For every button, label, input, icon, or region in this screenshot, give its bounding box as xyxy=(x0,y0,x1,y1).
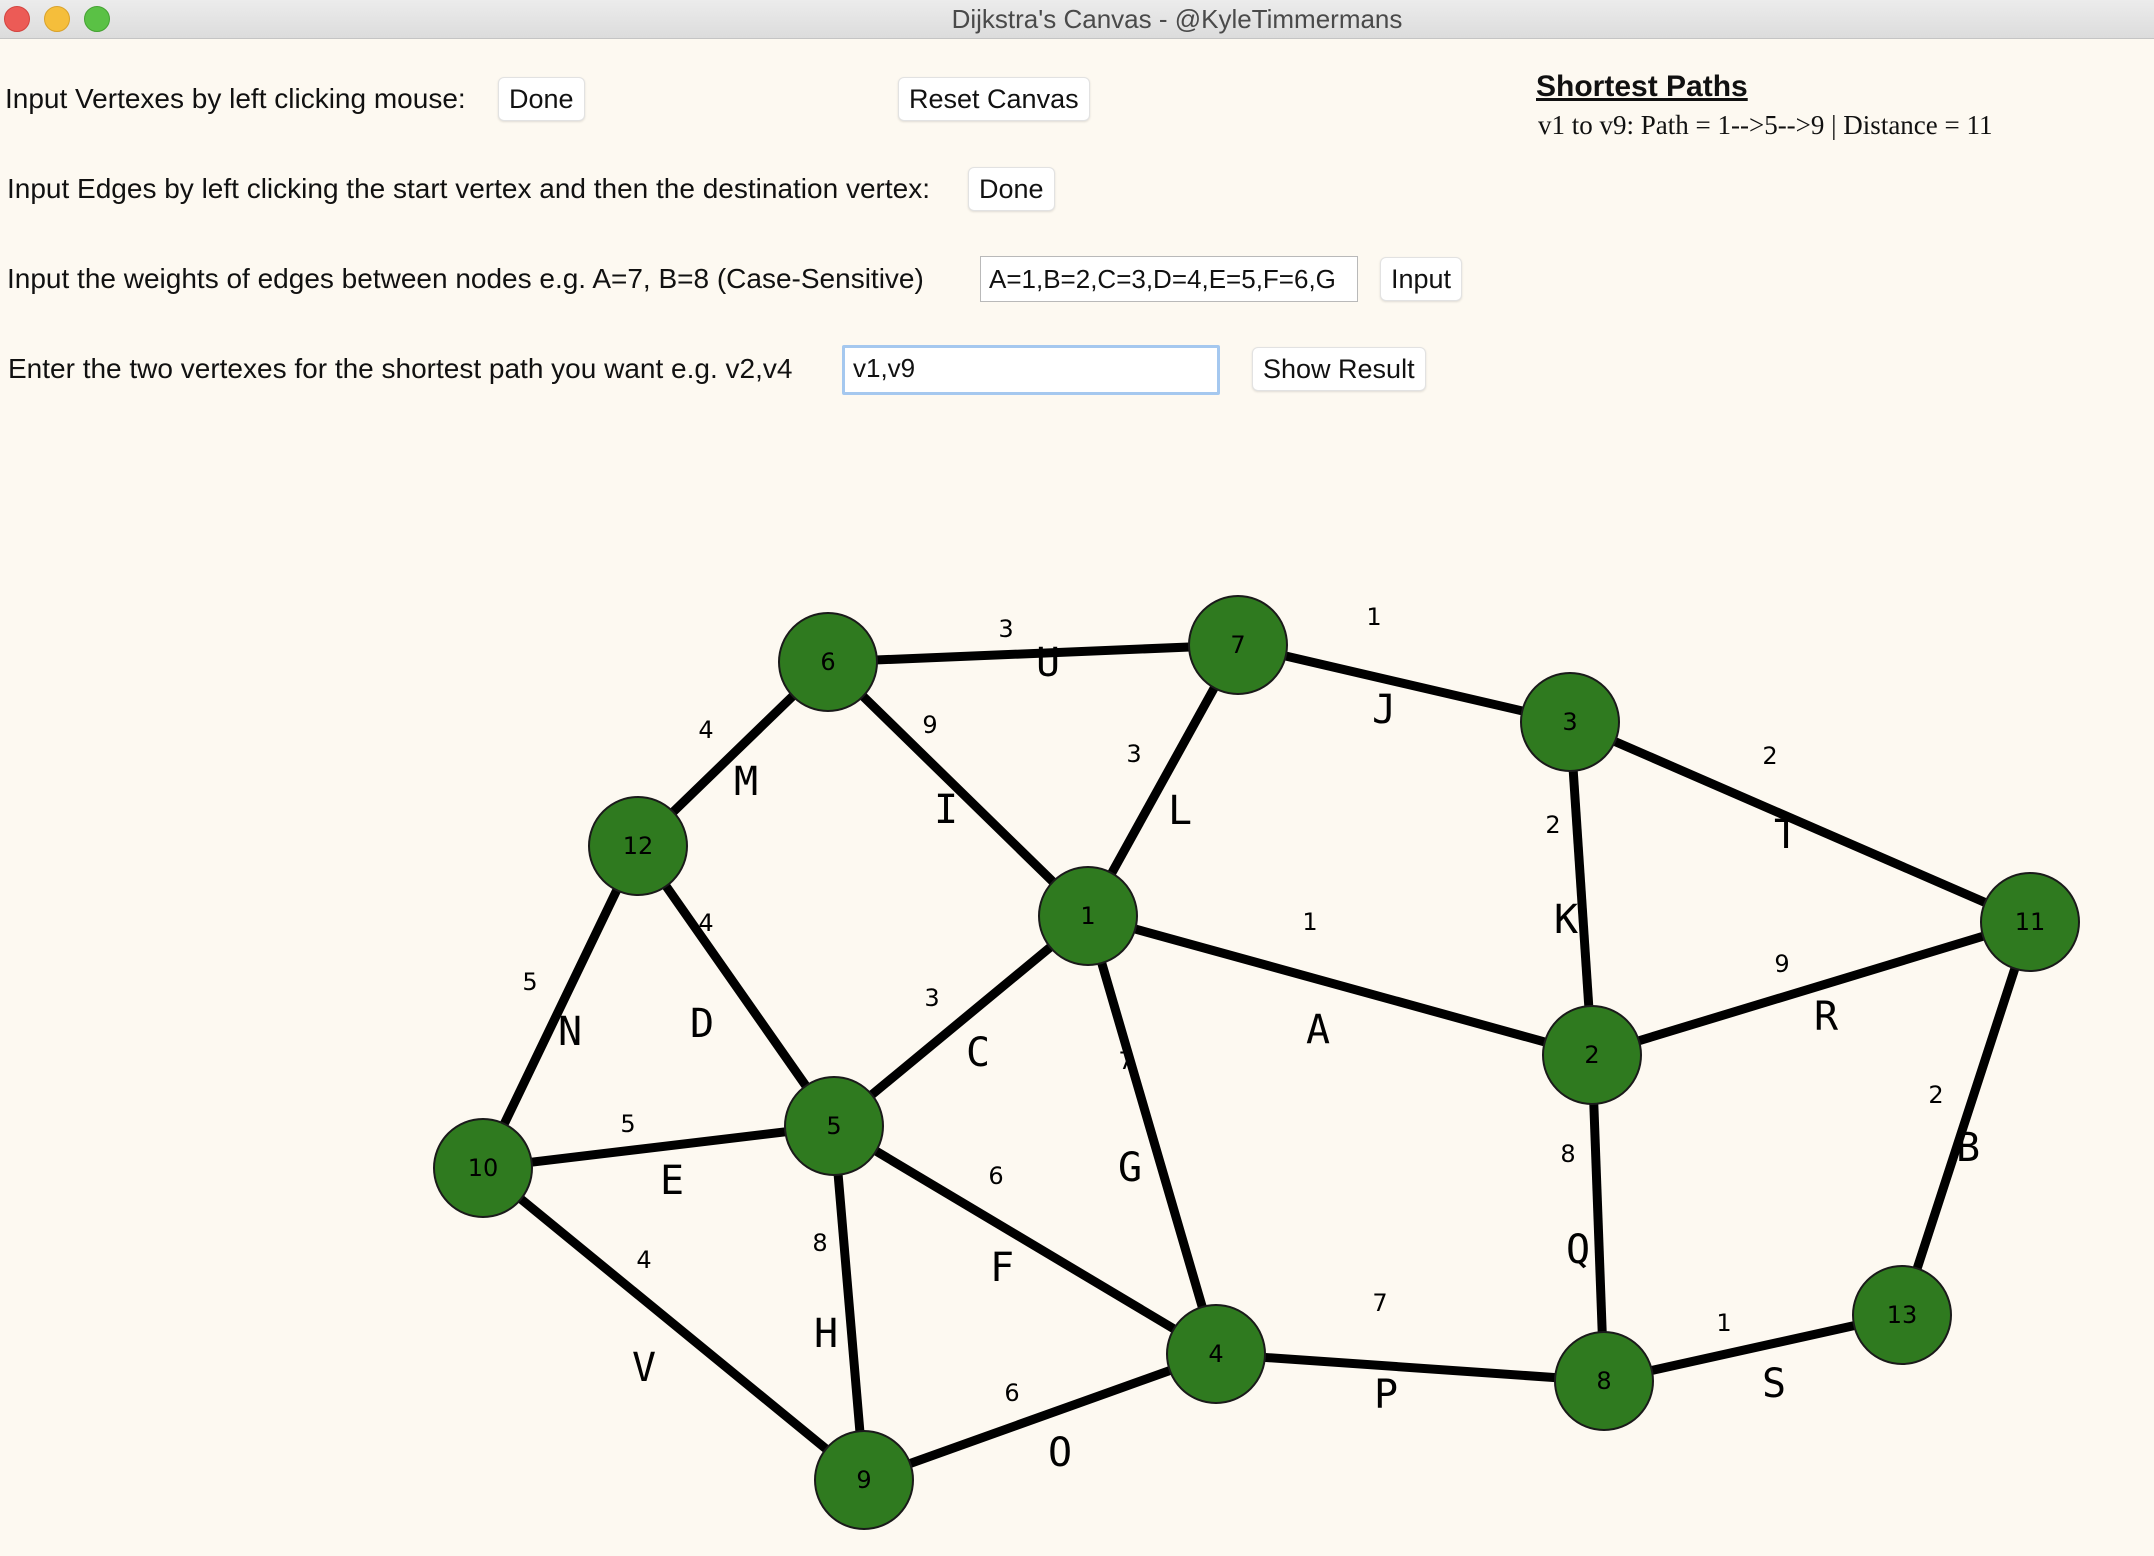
vertex-label: 9 xyxy=(856,1466,871,1494)
vertex-8[interactable]: 8 xyxy=(1554,1331,1654,1431)
edge-weight-m: 4 xyxy=(698,716,713,744)
vertex-7[interactable]: 7 xyxy=(1188,595,1288,695)
edge-weight-b: 2 xyxy=(1928,1081,1943,1109)
edge-letter-a: A xyxy=(1306,1007,1330,1053)
edge-weight-h: 8 xyxy=(812,1229,827,1257)
edge-weight-i: 9 xyxy=(922,711,937,739)
edge-letter-b: B xyxy=(1956,1125,1980,1171)
edge-u xyxy=(827,640,1239,667)
edge-letter-v: V xyxy=(632,1345,656,1391)
vertex-5[interactable]: 5 xyxy=(784,1076,884,1176)
edge-r xyxy=(1590,917,2032,1060)
vertex-3[interactable]: 3 xyxy=(1520,672,1620,772)
edge-b xyxy=(1897,920,2035,1317)
edge-weight-n: 5 xyxy=(522,968,537,996)
graph-canvas[interactable]: 1A2B3C4D5E 6F7G8H9I1J2K3L4M5N6O7P8Q9R1S2T… xyxy=(0,0,2154,1556)
vertex-label: 12 xyxy=(623,832,654,860)
edge-letter-o: O xyxy=(1048,1430,1072,1476)
edge-weight-k: 2 xyxy=(1545,811,1560,839)
edge-letter-s: S xyxy=(1762,1361,1786,1407)
edge-weight-q: 8 xyxy=(1560,1140,1575,1168)
vertex-6[interactable]: 6 xyxy=(778,612,878,712)
edge-e xyxy=(482,1121,835,1173)
edge-letter-l: L xyxy=(1168,788,1192,834)
vertex-label: 13 xyxy=(1887,1301,1918,1329)
vertex-9[interactable]: 9 xyxy=(814,1430,914,1530)
vertex-label: 2 xyxy=(1584,1041,1599,1069)
edge-weight-l: 3 xyxy=(1126,740,1141,768)
vertex-label: 8 xyxy=(1596,1367,1611,1395)
edge-weight-c: 3 xyxy=(924,984,939,1012)
edge-weight-f: 6 xyxy=(988,1162,1003,1190)
edge-letter-n: N xyxy=(558,1009,582,1055)
edge-v xyxy=(480,1164,867,1484)
edge-o xyxy=(862,1349,1218,1485)
edge-weight-u: 3 xyxy=(998,615,1013,643)
edge-weight-o: 6 xyxy=(1004,1379,1019,1407)
vertex-4[interactable]: 4 xyxy=(1166,1304,1266,1404)
edge-letter-j: J xyxy=(1372,687,1396,733)
vertex-2[interactable]: 2 xyxy=(1542,1005,1642,1105)
edge-letter-e: E xyxy=(660,1158,684,1204)
edge-d xyxy=(634,843,838,1129)
edge-letter-t: T xyxy=(1774,812,1798,858)
edge-weight-a: 1 xyxy=(1302,908,1317,936)
edge-a xyxy=(1086,911,1594,1060)
vertex-13[interactable]: 13 xyxy=(1852,1265,1952,1365)
edge-weight-j: 1 xyxy=(1366,603,1381,631)
vertex-label: 5 xyxy=(826,1112,841,1140)
vertex-11[interactable]: 11 xyxy=(1980,872,2080,972)
edge-letter-d: D xyxy=(690,1001,714,1047)
vertex-label: 3 xyxy=(1562,708,1577,736)
vertex-12[interactable]: 12 xyxy=(588,796,688,896)
vertex-1[interactable]: 1 xyxy=(1038,866,1138,966)
edge-letter-g: G xyxy=(1118,1145,1142,1191)
edge-weight-r: 9 xyxy=(1774,950,1789,978)
edge-weight-v: 4 xyxy=(636,1246,651,1274)
edge-letter-p: P xyxy=(1374,1372,1398,1418)
edge-t xyxy=(1568,717,2032,927)
edge-p xyxy=(1215,1349,1605,1386)
edge-letter-h: H xyxy=(814,1311,838,1357)
edge-n xyxy=(478,844,643,1170)
edge-letter-i: I xyxy=(934,787,958,833)
edge-letter-u: U xyxy=(1036,640,1060,686)
edge-j xyxy=(1236,640,1572,727)
vertex-label: 10 xyxy=(468,1154,499,1182)
edge-letter-m: M xyxy=(734,759,758,805)
edge-weight-t: 2 xyxy=(1762,742,1777,770)
vertex-label: 4 xyxy=(1208,1340,1223,1368)
edge-h xyxy=(829,1125,869,1481)
edge-letter-c: C xyxy=(966,1030,990,1076)
vertex-label: 7 xyxy=(1230,631,1245,659)
edge-letter-q: Q xyxy=(1566,1227,1590,1273)
edge-letter-r: R xyxy=(1814,994,1839,1040)
vertex-label: 1 xyxy=(1080,902,1095,930)
vertex-label: 6 xyxy=(820,648,835,676)
edge-weight-e: 5 xyxy=(620,1110,635,1138)
edge-letter-k: K xyxy=(1554,897,1578,943)
edge-weight-d: 4 xyxy=(698,909,713,937)
edge-letter-f: F xyxy=(990,1245,1014,1291)
vertex-10[interactable]: 10 xyxy=(433,1118,533,1218)
vertex-label: 11 xyxy=(2015,908,2046,936)
nodes-layer: 673121 11210548139 xyxy=(433,595,2080,1530)
edge-weight-s: 1 xyxy=(1716,1309,1731,1337)
edge-weight-p: 7 xyxy=(1372,1289,1387,1317)
edge-weight-g: 7 xyxy=(1118,1047,1133,1075)
edge-k xyxy=(1565,721,1597,1056)
